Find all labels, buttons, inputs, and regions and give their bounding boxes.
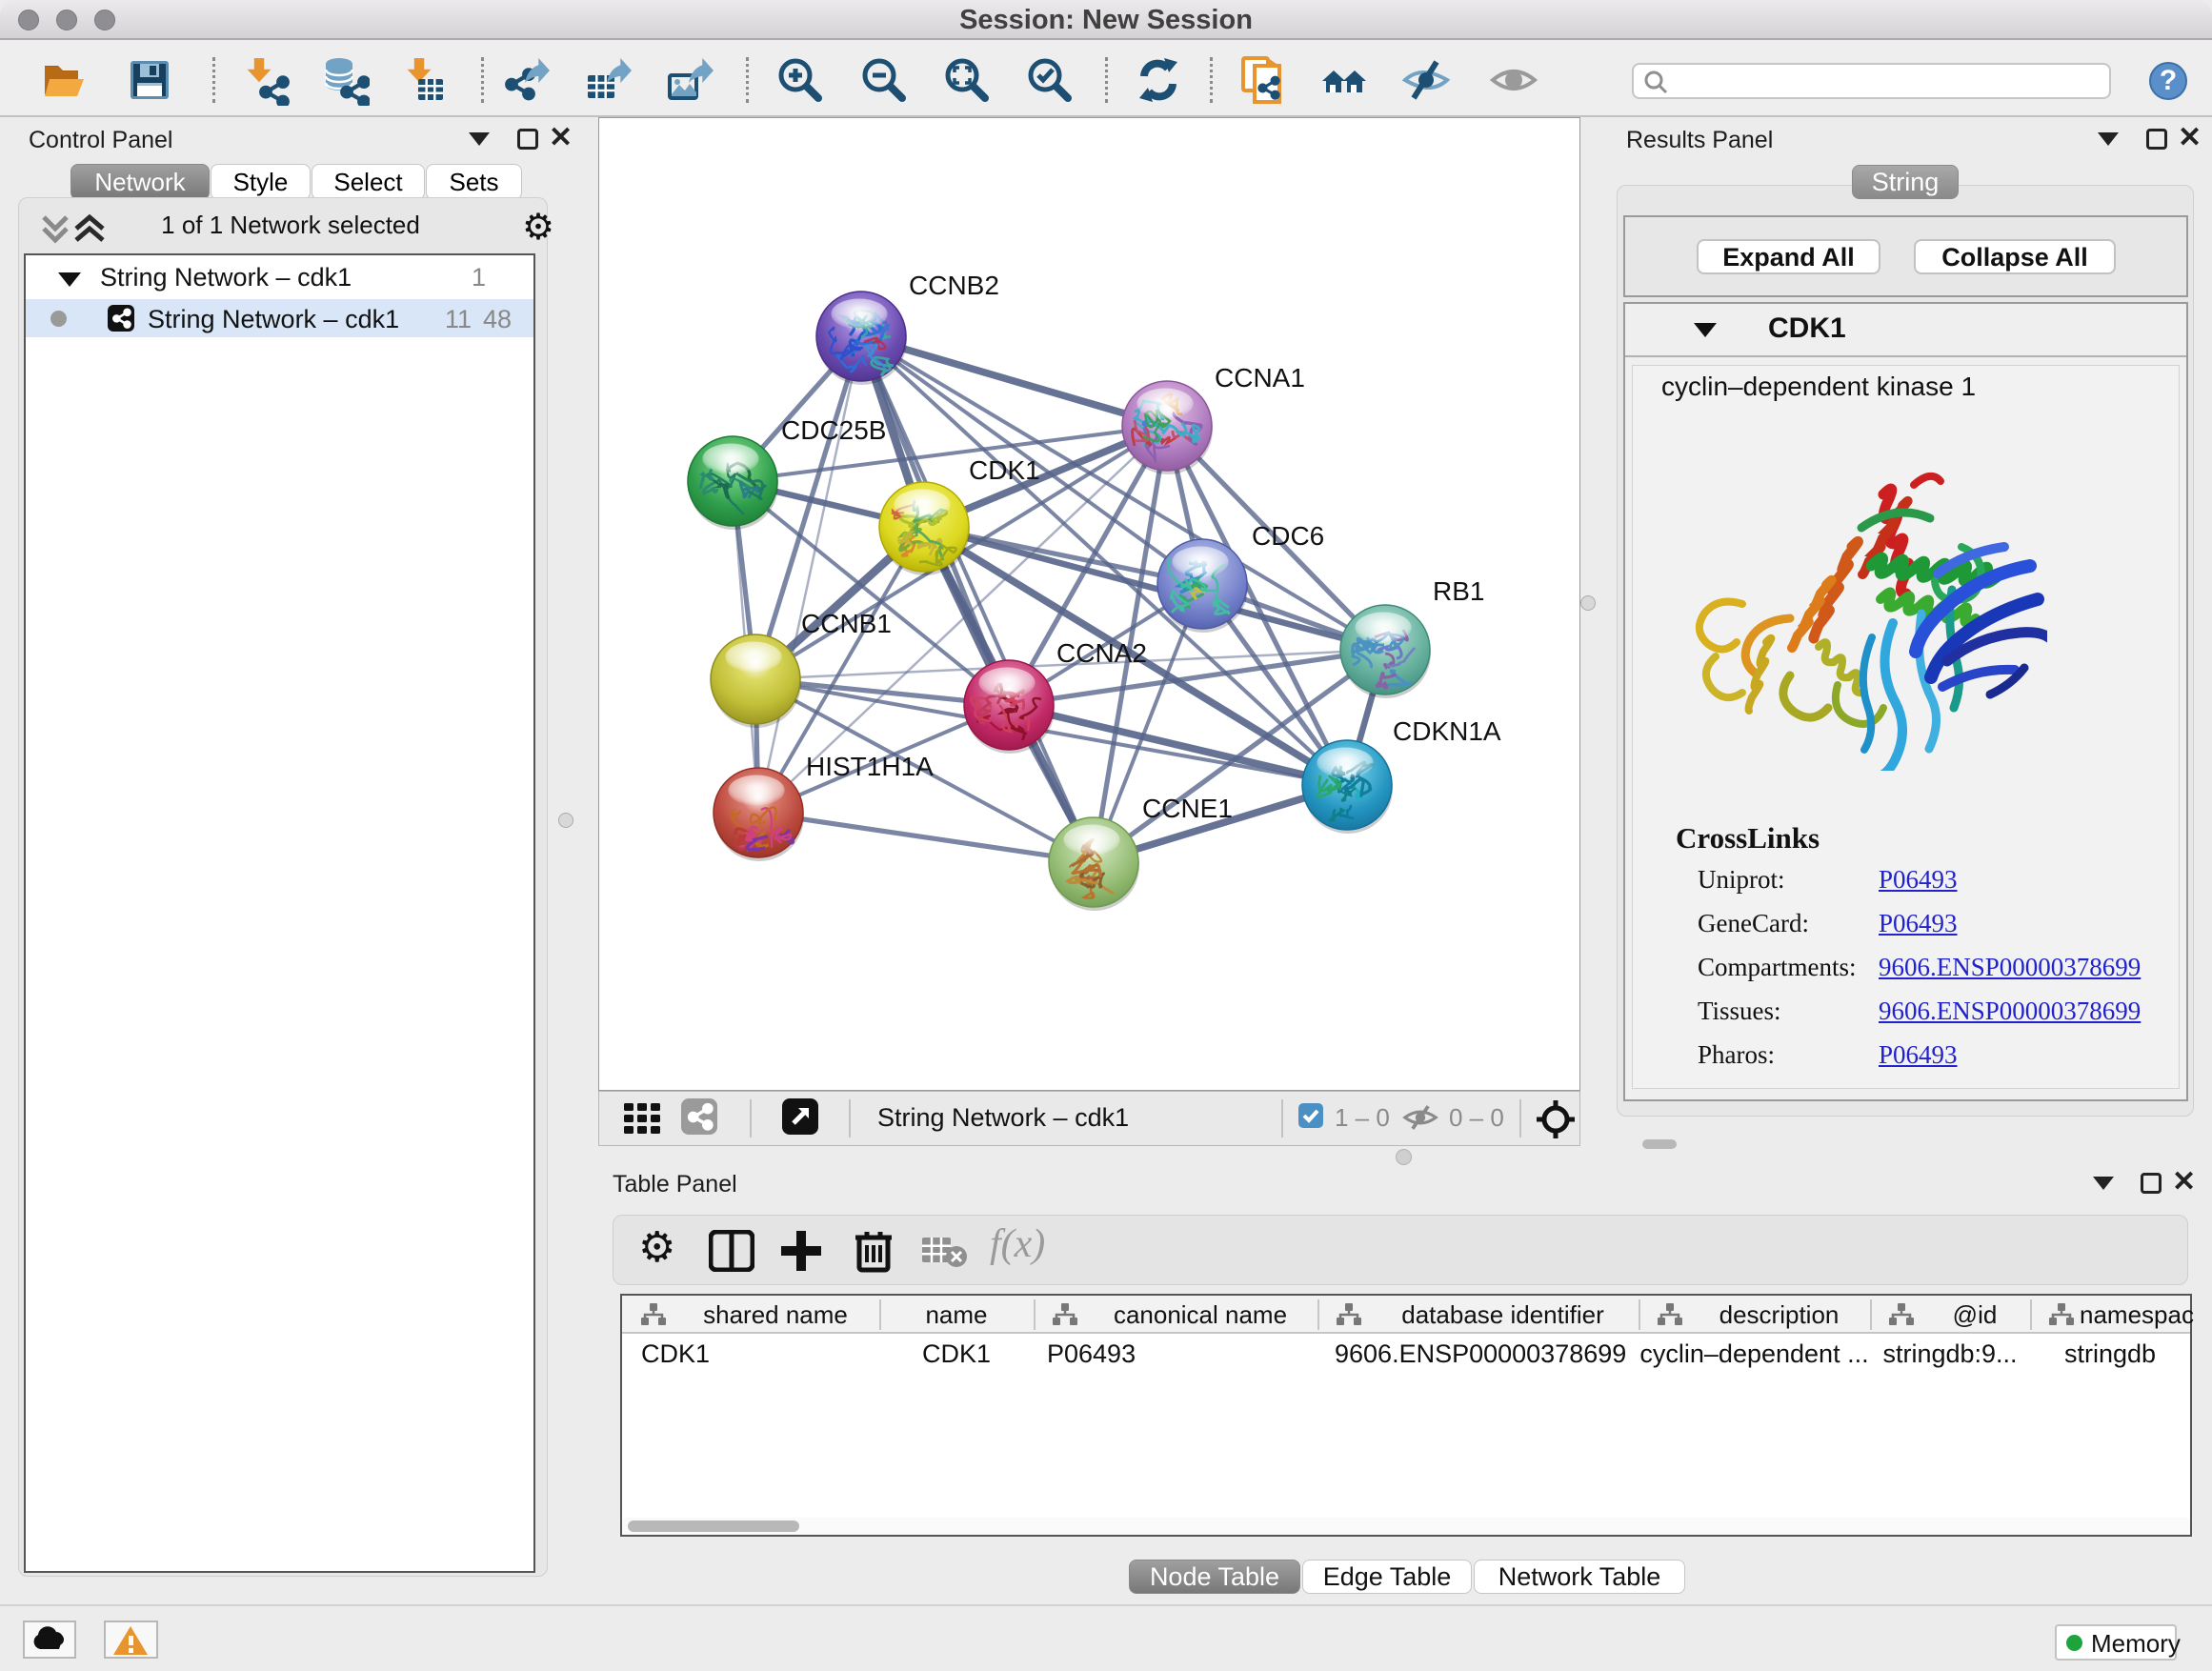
svg-text:CCNE1: CCNE1 bbox=[1142, 794, 1233, 823]
svg-text:HIST1H1A: HIST1H1A bbox=[806, 752, 934, 781]
svg-text:CCNB2: CCNB2 bbox=[909, 271, 999, 300]
svg-text:CCNB1: CCNB1 bbox=[801, 609, 892, 638]
svg-text:CDC25B: CDC25B bbox=[781, 415, 886, 445]
svg-text:CDKN1A: CDKN1A bbox=[1393, 716, 1501, 746]
svg-text:RB1: RB1 bbox=[1433, 576, 1484, 606]
svg-text:CCNA1: CCNA1 bbox=[1215, 363, 1305, 393]
svg-text:CDK1: CDK1 bbox=[969, 455, 1040, 485]
svg-text:CCNA2: CCNA2 bbox=[1056, 638, 1147, 668]
svg-text:CDC6: CDC6 bbox=[1252, 521, 1324, 551]
